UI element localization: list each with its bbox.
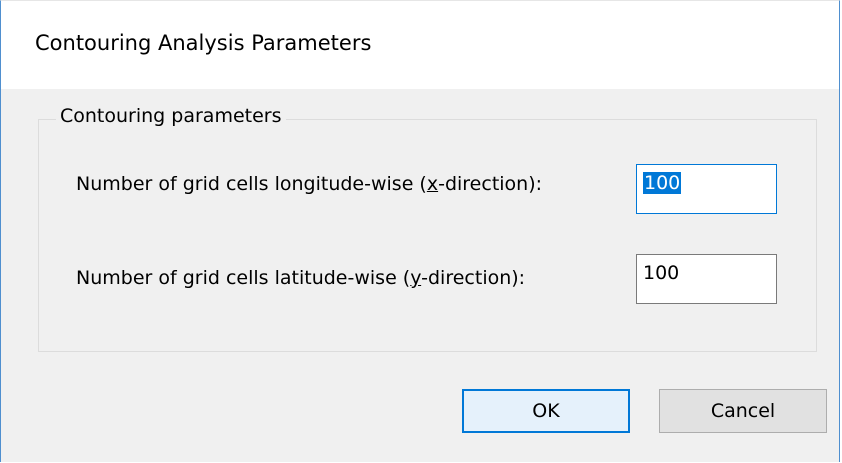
dialog-body: Contouring parameters Number of grid cel… xyxy=(1,89,839,462)
grid-cells-x-input[interactable]: 100 xyxy=(636,164,777,214)
ok-button[interactable]: OK xyxy=(462,389,630,433)
grid-cells-y-input[interactable]: 100 xyxy=(636,254,777,304)
grid-cells-y-label-start: Number of grid cells latitude-wise ( xyxy=(76,267,411,289)
grid-cells-x-label-end: -direction): xyxy=(438,173,543,195)
cancel-button[interactable]: Cancel xyxy=(659,389,827,433)
grid-cells-x-label: Number of grid cells longitude-wise (x-d… xyxy=(76,173,542,195)
grid-cells-x-label-start: Number of grid cells longitude-wise ( xyxy=(76,173,427,195)
grid-cells-y-label-end: -direction): xyxy=(421,267,526,289)
ok-button-label: OK xyxy=(532,400,560,422)
contouring-dialog: Contouring Analysis Parameters Contourin… xyxy=(0,0,840,462)
dialog-title: Contouring Analysis Parameters xyxy=(35,31,372,55)
title-bar[interactable]: Contouring Analysis Parameters xyxy=(1,1,839,89)
grid-cells-y-value: 100 xyxy=(643,262,680,284)
grid-cells-x-mnemonic: x xyxy=(426,173,439,195)
grid-cells-x-value: 100 xyxy=(643,172,682,194)
contouring-parameters-group xyxy=(38,119,817,352)
cancel-button-label: Cancel xyxy=(710,400,776,422)
group-caption: Contouring parameters xyxy=(56,105,286,127)
grid-cells-y-label: Number of grid cells latitude-wise (y-di… xyxy=(76,267,525,289)
grid-cells-y-mnemonic: y xyxy=(410,267,422,289)
